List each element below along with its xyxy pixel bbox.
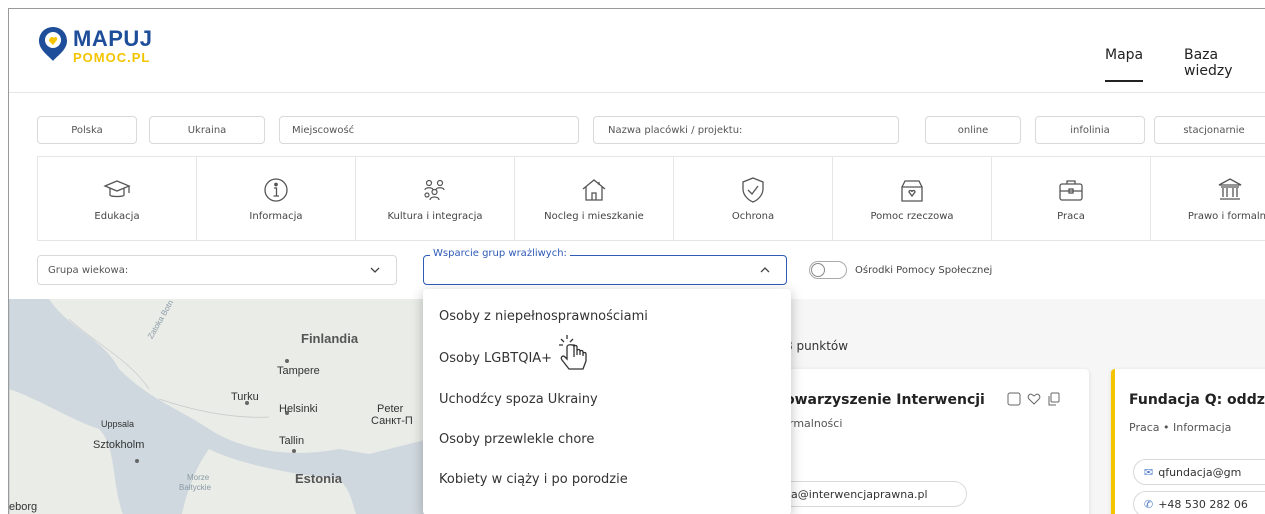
result-card-2-phone-text: +48 530 282 06 — [1158, 497, 1248, 511]
result-card-1-title[interactable]: owarzyszenie Interwencji — [785, 392, 985, 408]
nav-baza-wiedzy[interactable]: Baza wiedzy — [1184, 47, 1265, 79]
mode-online-button[interactable]: online — [925, 116, 1021, 144]
app-frame: MAPUJ POMOC.PL Mapa Baza wiedzy Polska U… — [8, 8, 1265, 514]
map-label-baltic-2: Bałtyckie — [179, 483, 212, 492]
logo-text-bottom: POMOC.PL — [73, 50, 151, 65]
mode-hotline-button[interactable]: infolinia — [1035, 116, 1145, 144]
category-kultura[interactable]: Kultura i integracja — [356, 157, 515, 240]
category-label: Ochrona — [731, 211, 775, 222]
map-label-uppsala: Uppsala — [101, 419, 135, 429]
map-label-stockholm: Sztokholm — [93, 439, 145, 451]
vulnerable-groups-label: Wsparcie grup wrażliwych: — [430, 248, 570, 259]
shield-icon — [742, 177, 764, 203]
logo-text-top: MAPUJ — [73, 26, 153, 51]
briefcase-icon — [1059, 180, 1083, 201]
toggle-knob — [811, 263, 825, 277]
result-card-2-tags: Praca • Informacja — [1129, 421, 1232, 434]
logo[interactable]: MAPUJ POMOC.PL — [33, 23, 183, 73]
map-label-finland: Finlandia — [301, 331, 359, 346]
phone-icon: ✆ — [1144, 497, 1154, 511]
pin-logo-icon — [39, 27, 67, 61]
category-bar: Edukacja Informacja Kultura i integracja… — [37, 156, 1265, 241]
chevron-down-icon — [370, 267, 380, 273]
result-card-2-title[interactable]: Fundacja Q: oddz — [1129, 392, 1265, 408]
mail-icon: ✉ — [1144, 465, 1154, 479]
option-disabilities[interactable]: Osoby z niepełnosprawnościami — [439, 309, 648, 324]
result-card-2-email[interactable]: ✉ qfundacja@gm — [1133, 459, 1265, 485]
people-icon — [424, 179, 445, 201]
map-label-spb: Санкт-П — [371, 415, 413, 427]
category-informacja[interactable]: Informacja — [197, 157, 356, 240]
city-input[interactable]: Miejscowość — [279, 116, 579, 144]
option-lgbtqia[interactable]: Osoby LGBTQIA+ — [439, 351, 552, 366]
heart-icon[interactable] — [1027, 392, 1041, 406]
map-label-tallinn: Tallin — [279, 435, 305, 447]
category-ochrona[interactable]: Ochrona — [674, 157, 833, 240]
map-label-estonia: Estonia — [295, 471, 342, 486]
map-label-peter: Peter — [377, 403, 404, 415]
category-label: Prawo i formalno — [1187, 211, 1265, 222]
category-prawo[interactable]: Prawo i formalno — [1151, 157, 1265, 240]
category-label: Praca — [1057, 211, 1085, 222]
vulnerable-groups-dropdown: Osoby z niepełnosprawnościami Osoby LGBT… — [423, 289, 791, 514]
result-card-2-phone[interactable]: ✆ +48 530 282 06 — [1133, 491, 1265, 514]
top-header: MAPUJ POMOC.PL Mapa Baza wiedzy — [9, 9, 1265, 93]
map-label-eborg: eborg — [9, 501, 38, 513]
social-centers-label: Ośrodki Pomocy Społecznej — [855, 265, 993, 276]
option-chronically-ill[interactable]: Osoby przewlekle chore — [439, 432, 594, 447]
age-group-select[interactable]: Grupa wiekowa: — [37, 255, 397, 285]
hand-cursor-icon — [559, 335, 587, 370]
vulnerable-groups-select[interactable]: Wsparcie grup wrażliwych: — [423, 248, 787, 285]
category-label: Edukacja — [94, 211, 140, 222]
house-icon — [582, 179, 606, 201]
copy-icon[interactable] — [1047, 392, 1061, 406]
category-label: Pomoc rzeczowa — [870, 211, 954, 222]
info-icon — [264, 178, 288, 202]
court-icon — [1218, 178, 1242, 200]
map-label-baltic-1: Morze — [187, 473, 210, 482]
category-nocleg[interactable]: Nocleg i mieszkanie — [515, 157, 674, 240]
nav-mapa[interactable]: Mapa — [1105, 47, 1144, 82]
category-label: Kultura i integracja — [387, 211, 483, 222]
graduation-cap-icon — [103, 180, 131, 198]
facility-name-input[interactable]: Nazwa placówki / projektu: — [593, 116, 899, 144]
age-group-placeholder: Grupa wiekowa: — [48, 264, 129, 276]
chevron-up-icon — [760, 267, 770, 273]
category-edukacja[interactable]: Edukacja — [38, 157, 197, 240]
option-non-ukrainian-refugees[interactable]: Uchodźcy spoza Ukrainy — [439, 392, 598, 407]
results-count: 8 punktów — [785, 339, 849, 353]
social-centers-toggle[interactable] — [809, 261, 847, 279]
country-poland-button[interactable]: Polska — [37, 116, 137, 144]
category-label: Nocleg i mieszkanie — [544, 211, 644, 222]
map-label-tampere: Tampere — [277, 365, 320, 377]
checkbox-icon[interactable] — [1007, 392, 1021, 406]
result-card-2-email-text: qfundacja@gm — [1158, 465, 1242, 479]
country-ukraine-button[interactable]: Ukraina — [149, 116, 265, 144]
category-praca[interactable]: Praca — [992, 157, 1151, 240]
category-label: Informacja — [249, 211, 303, 222]
option-pregnant-women[interactable]: Kobiety w ciąży i po porodzie — [439, 472, 628, 487]
map-label-turku: Turku — [231, 391, 259, 403]
category-pomoc-rzeczowa[interactable]: Pomoc rzeczowa — [833, 157, 992, 240]
result-card-1-subtitle: rmalności — [789, 417, 843, 430]
box-icon — [901, 180, 923, 202]
map-label-helsinki: Helsinki — [279, 403, 318, 415]
mode-onsite-button[interactable]: stacjonarnie — [1154, 116, 1265, 144]
